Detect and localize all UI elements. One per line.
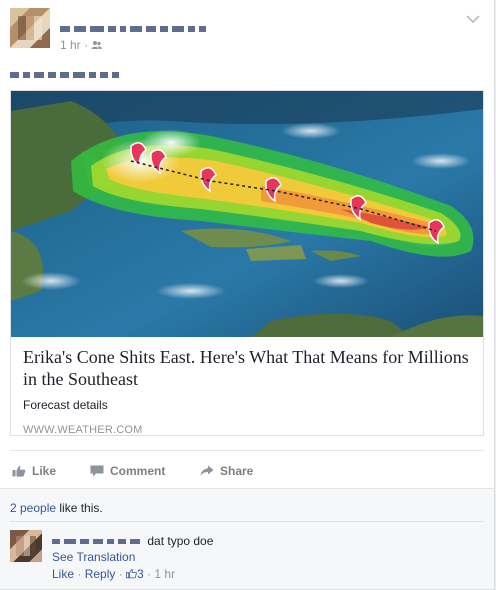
- friends-icon[interactable]: [91, 40, 103, 50]
- post-header: 1 hr ·: [10, 8, 484, 52]
- like-button[interactable]: Like: [12, 464, 56, 478]
- link-description: Forecast details: [23, 398, 108, 412]
- share-icon: [200, 465, 214, 476]
- likes-count-link[interactable]: 2 people: [10, 501, 56, 515]
- comment-sep-3: ·: [143, 567, 155, 581]
- comment-time[interactable]: 1 hr: [154, 567, 175, 581]
- chevron-down-icon[interactable]: [466, 14, 480, 24]
- post-card: 1 hr · Erika's Cone Shits East. Here's W…: [0, 0, 495, 590]
- comment-like-count[interactable]: 3: [126, 567, 144, 581]
- comment-button-label: Comment: [110, 464, 166, 478]
- post-timestamp[interactable]: 1 hr: [60, 38, 81, 52]
- see-translation-link[interactable]: See Translation: [52, 550, 135, 564]
- comment-reply-link[interactable]: Reply: [85, 567, 116, 581]
- thumbs-up-icon: [126, 569, 137, 579]
- comment-like-count-value: 3: [137, 567, 144, 581]
- share-button[interactable]: Share: [200, 464, 253, 478]
- comment-icon: [90, 465, 104, 477]
- thumbs-up-icon: [12, 465, 26, 477]
- post-actions-bar: Like Comment Share: [10, 450, 484, 481]
- link-domain: WWW.WEATHER.COM: [23, 424, 143, 436]
- author-name-redacted[interactable]: [60, 20, 210, 32]
- comment-actions: Like · Reply · 3 · 1 hr: [52, 567, 175, 581]
- comment-text: dat typo doe: [147, 534, 214, 548]
- post-text-redacted: [10, 66, 123, 78]
- comment-body: dat typo doe: [52, 534, 213, 548]
- comment-sep-1: ·: [74, 567, 85, 581]
- commenter-avatar[interactable]: [10, 530, 42, 562]
- feedback-section: 2 people like this. dat typo doe See Tra…: [0, 488, 494, 589]
- divider: [10, 521, 484, 522]
- share-button-label: Share: [220, 464, 254, 478]
- author-avatar[interactable]: [10, 8, 50, 48]
- likes-summary: 2 people like this.: [10, 501, 103, 515]
- link-preview[interactable]: Erika's Cone Shits East. Here's What Tha…: [10, 90, 484, 436]
- comment-sep-2: ·: [115, 567, 127, 581]
- hurricane-cone-map-image[interactable]: [11, 91, 483, 337]
- link-preview-body: Erika's Cone Shits East. Here's What Tha…: [23, 346, 471, 436]
- likes-suffix: like this.: [56, 501, 103, 515]
- comment-button[interactable]: Comment: [90, 464, 165, 478]
- link-title[interactable]: Erika's Cone Shits East. Here's What Tha…: [23, 346, 471, 390]
- meta-separator: ·: [84, 38, 89, 52]
- comment-like-link[interactable]: Like: [52, 567, 74, 581]
- like-button-label: Like: [32, 464, 57, 478]
- post-meta: 1 hr ·: [60, 38, 103, 52]
- commenter-name-redacted[interactable]: [52, 534, 144, 548]
- comment-item: dat typo doe See Translation Like · Repl…: [10, 530, 484, 584]
